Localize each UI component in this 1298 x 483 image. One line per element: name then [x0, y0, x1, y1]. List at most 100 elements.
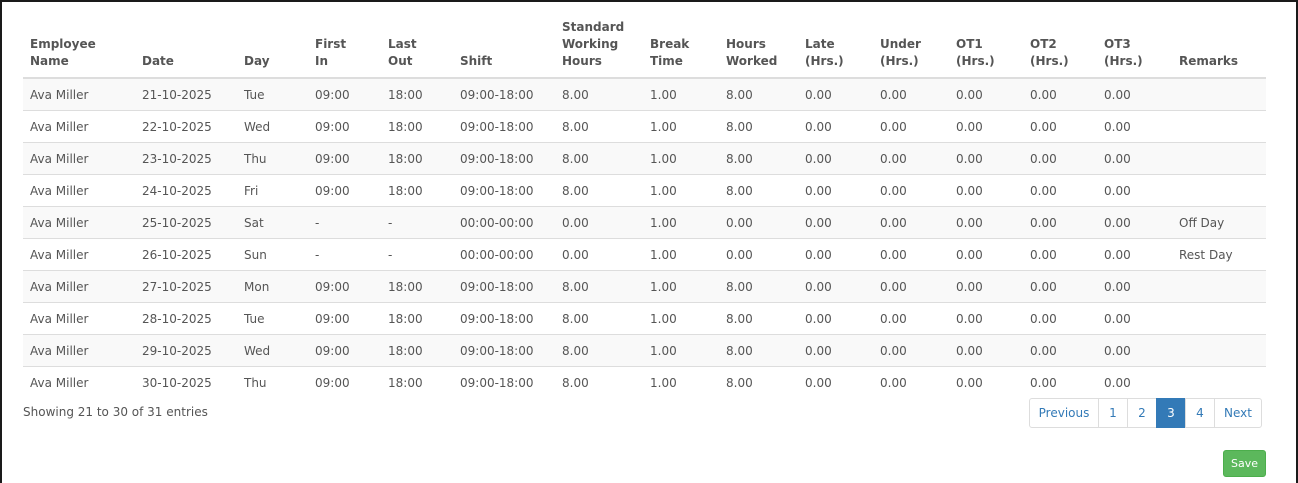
table-cell: 0.00 [949, 270, 1023, 303]
column-header-label: Under [880, 37, 921, 51]
column-header: Standard Working Hours [555, 10, 643, 79]
column-header-label: Standard [562, 20, 625, 34]
table-cell: 23-10-2025 [135, 142, 237, 175]
table-cell: 0.00 [1023, 366, 1097, 398]
table-cell: 8.00 [555, 302, 643, 335]
table-cell: 1.00 [643, 174, 719, 207]
column-header: Last Out [381, 10, 453, 79]
table-cell: - [308, 238, 381, 271]
column-header-label: Hours [562, 54, 602, 68]
table-cell: 0.00 [1097, 206, 1172, 239]
table-cell: 8.00 [719, 366, 798, 398]
table-cell: 0.00 [719, 238, 798, 271]
table-row: Ava Miller 26-10-2025 Sun - -00:00-00:00 0.00… [23, 238, 1266, 271]
page-link-3-active[interactable]: 3 [1156, 398, 1186, 428]
table-row: Ava Miller 23-10-2025 Thu 09:00 18:00 09:00-1… [23, 142, 1266, 175]
table-cell: 0.00 [555, 238, 643, 271]
table-cell: 09:00 [308, 334, 381, 367]
table-cell [1172, 110, 1266, 143]
table-cell: Sat [237, 206, 308, 239]
table-cell: 09:00-18:00 [453, 270, 555, 303]
table-cell: 0.00 [1097, 302, 1172, 335]
entries-info: Showing 21 to 30 of 31 entries [23, 405, 208, 419]
table-cell: 8.00 [719, 174, 798, 207]
table-cell: 0.00 [1097, 174, 1172, 207]
table-cell: Sun [237, 238, 308, 271]
table-cell: 09:00-18:00 [453, 142, 555, 175]
table-cell: 0.00 [798, 206, 873, 239]
table-cell: 8.00 [555, 366, 643, 398]
column-header-label: OT3 [1104, 37, 1131, 51]
column-header: Under (Hrs.) [873, 10, 949, 79]
column-header: Remarks [1172, 10, 1266, 79]
table-cell: 1.00 [643, 302, 719, 335]
column-header: Day [237, 10, 308, 79]
table-cell: Tue [237, 302, 308, 335]
table-cell: 18:00 [381, 110, 453, 143]
table-cell [1172, 334, 1266, 367]
attendance-panel: Employee Name Date Day First In Last Out Shift St… [0, 0, 1298, 483]
table-cell: 09:00 [308, 142, 381, 175]
header-row: Employee Name Date Day First In Last Out Shift St… [23, 10, 1266, 79]
table-cell: Wed [237, 110, 308, 143]
table-cell: 1.00 [643, 238, 719, 271]
pagination-next[interactable]: Next [1214, 398, 1262, 428]
attendance-table: Employee Name Date Day First In Last Out Shift St… [23, 10, 1266, 398]
table-cell: 28-10-2025 [135, 302, 237, 335]
table-cell: 0.00 [798, 77, 873, 111]
column-header-label: OT1 [956, 37, 983, 51]
column-header-label: Break [650, 37, 690, 51]
page-link-4[interactable]: 4 [1185, 398, 1215, 428]
table-cell: Ava Miller [23, 206, 135, 239]
table-cell: 8.00 [719, 334, 798, 367]
table-cell: - [308, 206, 381, 239]
table-cell: 8.00 [719, 110, 798, 143]
table-cell: 0.00 [949, 334, 1023, 367]
table-cell: 8.00 [555, 334, 643, 367]
table-cell: Ava Miller [23, 238, 135, 271]
table-cell: 0.00 [873, 302, 949, 335]
table-cell [1172, 142, 1266, 175]
table-cell: 0.00 [555, 206, 643, 239]
page-link-1[interactable]: 1 [1098, 398, 1128, 428]
table-cell: 22-10-2025 [135, 110, 237, 143]
table-cell [1172, 366, 1266, 398]
table-cell: 8.00 [555, 270, 643, 303]
table-cell: Ava Miller [23, 270, 135, 303]
table-row: Ava Miller 24-10-2025 Fri 09:00 18:00 09:00-1… [23, 174, 1266, 207]
column-header: OT3 (Hrs.) [1097, 10, 1172, 79]
column-header-label: Day [244, 54, 270, 68]
table-cell: 18:00 [381, 174, 453, 207]
column-header-label: Employee [30, 37, 96, 51]
pagination-previous[interactable]: Previous [1029, 398, 1099, 428]
column-header: OT2 (Hrs.) [1023, 10, 1097, 79]
column-header: Date [135, 10, 237, 79]
table-cell: 09:00 [308, 270, 381, 303]
table-cell: 18:00 [381, 77, 453, 111]
column-header-label: (Hrs.) [956, 54, 995, 68]
column-header-label: OT2 [1030, 37, 1057, 51]
table-row: Ava Miller 28-10-2025 Tue 09:00 18:00 09:00-1… [23, 302, 1266, 335]
table-cell: 18:00 [381, 270, 453, 303]
table-row: Ava Miller 25-10-2025 Sat - -00:00-00:00 0.00… [23, 206, 1266, 239]
table-cell: 0.00 [1097, 238, 1172, 271]
table-cell: 21-10-2025 [135, 77, 237, 111]
column-header: OT1 (Hrs.) [949, 10, 1023, 79]
table-row: Ava Miller 29-10-2025 Wed 09:00 18:00 09:00-1… [23, 334, 1266, 367]
page-link-2[interactable]: 2 [1127, 398, 1157, 428]
table-cell: Ava Miller [23, 174, 135, 207]
table-cell [1172, 302, 1266, 335]
table-cell: 1.00 [643, 142, 719, 175]
column-header-label: In [315, 54, 329, 68]
table-cell: Ava Miller [23, 334, 135, 367]
table-cell: 0.00 [798, 174, 873, 207]
table-cell [1172, 174, 1266, 207]
column-header-label: Working [562, 37, 619, 51]
save-button[interactable]: Save [1223, 450, 1266, 477]
table-cell: 09:00-18:00 [453, 110, 555, 143]
table-cell: Ava Miller [23, 77, 135, 111]
column-header: Employee Name [23, 10, 135, 79]
table-cell: 1.00 [643, 206, 719, 239]
table-cell: Fri [237, 174, 308, 207]
table-row: Ava Miller 22-10-2025 Wed 09:00 18:00 09:00-1… [23, 110, 1266, 143]
